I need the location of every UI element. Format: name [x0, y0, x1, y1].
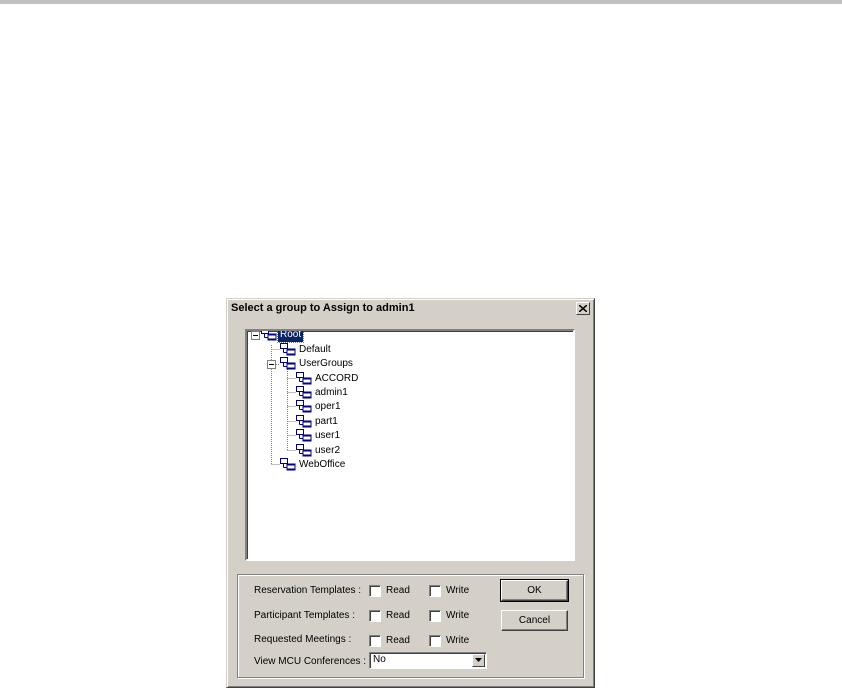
close-button[interactable]: [576, 302, 590, 315]
dropdown-button[interactable]: [472, 654, 485, 667]
reservation-read-label: Read: [386, 585, 410, 596]
view-mcu-conferences-label: View MCU Conferences :: [254, 656, 367, 667]
participant-write-checkbox[interactable]: [429, 610, 441, 622]
view-mcu-conferences-select[interactable]: No: [369, 652, 487, 669]
group-tree-icon: [296, 386, 312, 399]
group-tree-icon: [280, 343, 296, 356]
group-tree-icon: [261, 331, 277, 341]
dialog-titlebar[interactable]: Select a group to Assign to admin1: [229, 301, 592, 317]
tree-node-label: Default: [299, 344, 331, 355]
tree-node-label: user2: [315, 445, 341, 456]
tree-node-label: UserGroups: [299, 358, 353, 369]
tree-node-label: ACCORD: [315, 373, 359, 384]
tree-node-label: part1: [315, 416, 338, 427]
group-tree-icon: [296, 444, 312, 457]
group-tree-icon: [296, 400, 312, 413]
group-tree-icon: [280, 357, 296, 370]
reservation-write-checkbox[interactable]: [429, 585, 441, 597]
requested-meetings-label: Requested Meetings :: [254, 634, 352, 645]
group-tree-icon: [296, 415, 312, 428]
reservation-write-label: Write: [446, 585, 470, 596]
tree-node-label: user1: [315, 430, 341, 441]
participant-read-label: Read: [386, 610, 410, 621]
usergroups-collapse-toggle[interactable]: [267, 360, 276, 369]
reservation-templates-label: Reservation Templates :: [254, 585, 362, 596]
tree-node-label: admin1: [315, 387, 348, 398]
meetings-read-checkbox[interactable]: [369, 635, 381, 647]
chevron-down-icon: [475, 658, 482, 662]
root-collapse-toggle[interactable]: [251, 331, 260, 340]
assign-group-dialog: Select a group to Assign to admin1 Root …: [226, 298, 595, 688]
ok-button[interactable]: OK: [500, 579, 569, 602]
dialog-title: Select a group to Assign to admin1: [231, 302, 415, 314]
tree-node-label: WebOffice: [299, 459, 346, 470]
group-tree-icon: [296, 372, 312, 385]
page-top-rule: [0, 0, 842, 4]
meetings-write-label: Write: [446, 635, 470, 646]
close-icon: [579, 305, 587, 312]
group-tree-icon: [280, 458, 296, 471]
group-tree[interactable]: Root Default UserGroups ACCORD admin1 op…: [245, 329, 575, 561]
cancel-button[interactable]: Cancel: [501, 610, 568, 631]
reservation-read-checkbox[interactable]: [369, 585, 381, 597]
tree-node-label: Root: [276, 329, 305, 343]
view-mcu-conferences-value: No: [373, 654, 386, 665]
participant-write-label: Write: [446, 610, 470, 621]
participant-templates-label: Participant Templates :: [254, 610, 355, 621]
participant-read-checkbox[interactable]: [369, 610, 381, 622]
meetings-read-label: Read: [386, 635, 410, 646]
meetings-write-checkbox[interactable]: [429, 635, 441, 647]
tree-node-label: oper1: [315, 401, 341, 412]
group-tree-icon: [296, 429, 312, 442]
